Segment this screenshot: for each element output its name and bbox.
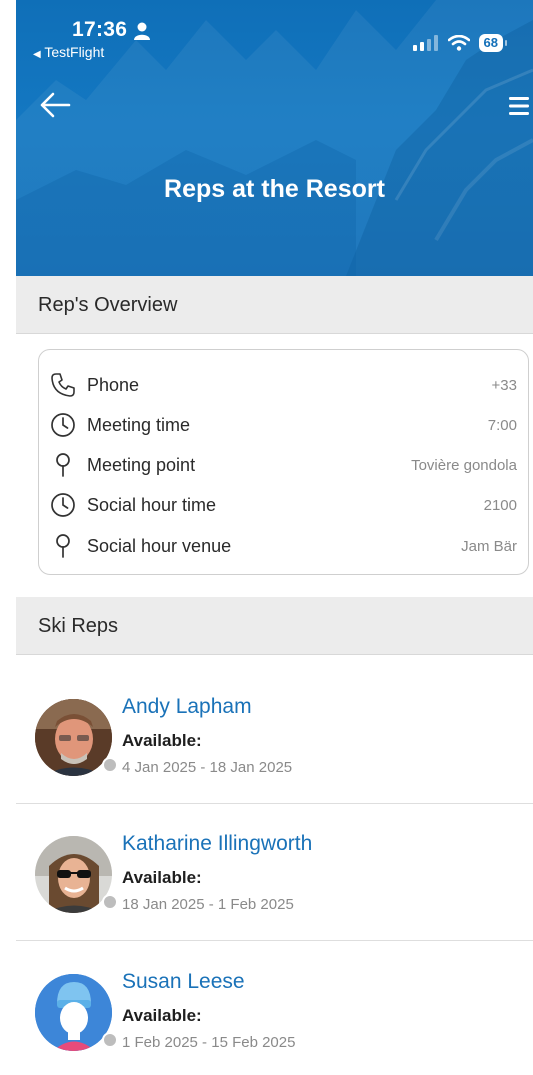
page-title: Reps at the Resort — [164, 175, 385, 203]
back-triangle-icon: ◀ — [33, 49, 41, 60]
available-label: Available: — [122, 731, 202, 750]
back-to-testflight[interactable]: ◀ TestFlight — [33, 44, 104, 60]
overview-label: Social hour time — [87, 494, 217, 515]
back-arrow-icon[interactable] — [38, 90, 72, 120]
availability-dates: 18 Jan 2025 - 1 Feb 2025 — [122, 896, 294, 913]
overview-label: Meeting time — [87, 414, 191, 435]
availability-dates: 4 Jan 2025 - 18 Jan 2025 — [122, 759, 293, 776]
rep-name[interactable]: Andy Lapham — [122, 695, 252, 719]
status-time: 17:36 — [72, 18, 128, 41]
avatar — [35, 836, 112, 913]
overview-row-meeting-time: Meeting time 7:00 — [49, 410, 517, 440]
overview-value: Tovière gondola — [411, 456, 517, 474]
clock-icon — [49, 491, 77, 519]
overview-section-header: Rep's Overview — [16, 276, 533, 334]
presence-indicator — [102, 894, 118, 910]
map-pin-icon — [49, 532, 77, 560]
rep-list-item[interactable]: Susan Leese Available: 1 Feb 2025 - 15 F… — [16, 941, 533, 1075]
overview-label: Meeting point — [87, 454, 196, 475]
battery-tip — [505, 40, 507, 46]
overview-row-meeting-point: Meeting point Tovière gondola — [49, 450, 517, 480]
rep-name[interactable]: Susan Leese — [122, 970, 245, 994]
avatar — [35, 699, 112, 776]
rep-list-item[interactable]: Katharine Illingworth Available: 18 Jan … — [16, 804, 533, 941]
overview-value: +33 — [491, 376, 517, 394]
battery-indicator: 68 — [478, 34, 503, 52]
presence-indicator — [102, 1032, 118, 1048]
signal-icon — [412, 35, 438, 51]
clock-icon — [49, 411, 77, 439]
ski-reps-section-header: Ski Reps — [16, 597, 533, 655]
presence-indicator — [102, 757, 118, 773]
overview-label: Phone — [87, 374, 140, 395]
availability-dates: 1 Feb 2025 - 15 Feb 2025 — [122, 1034, 296, 1051]
available-label: Available: — [122, 1006, 202, 1025]
rep-list-item[interactable]: Andy Lapham Available: 4 Jan 2025 - 18 J… — [16, 667, 533, 804]
overview-value: Jam Bär — [461, 537, 517, 555]
map-pin-icon — [49, 451, 77, 479]
overview-card: Phone +33 Meeting time 7:00 Meeting poin… — [38, 349, 529, 575]
overview-row-social-hour-venue: Social hour venue Jam Bär — [49, 531, 517, 561]
overview-value: 2100 — [483, 496, 517, 514]
person-icon — [134, 22, 150, 40]
overview-row-social-hour-time: Social hour time 2100 — [49, 490, 517, 520]
avatar — [35, 974, 112, 1051]
screen: 17:36 ◀ TestFlight 68 Reps at the Resort… — [0, 0, 533, 1075]
status-icons: 68 — [412, 34, 507, 52]
available-label: Available: — [122, 868, 202, 887]
overview-label: Social hour venue — [87, 535, 232, 556]
back-app-label: TestFlight — [44, 44, 105, 60]
overview-value: 7:00 — [487, 416, 517, 434]
overview-row-phone[interactable]: Phone +33 — [49, 370, 517, 400]
hamburger-menu-icon[interactable] — [509, 96, 531, 116]
header-banner: 17:36 ◀ TestFlight 68 Reps at the Resort — [16, 0, 533, 276]
rep-name[interactable]: Katharine Illingworth — [122, 832, 312, 856]
wifi-icon — [447, 35, 470, 51]
phone-icon — [49, 371, 77, 399]
